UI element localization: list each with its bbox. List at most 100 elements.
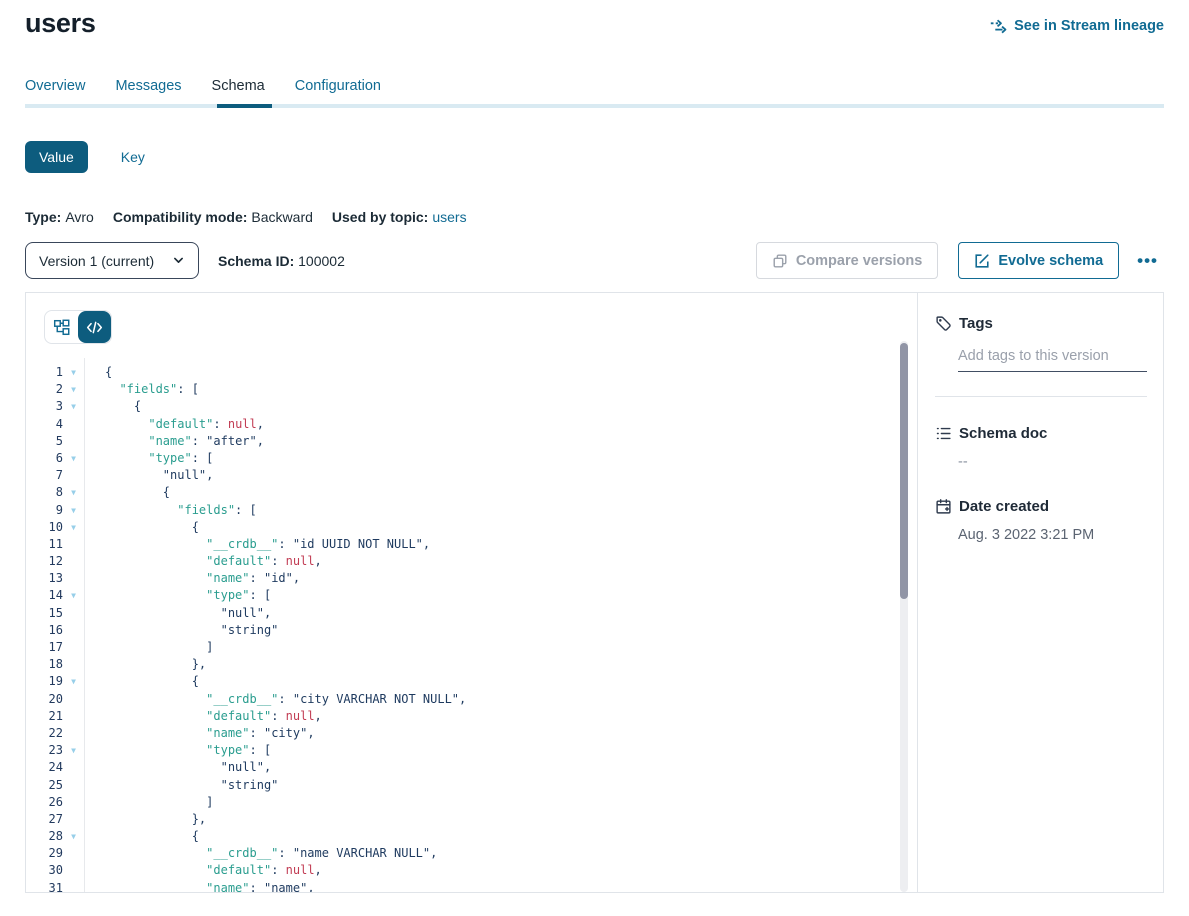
view-mode-toggle — [44, 310, 112, 344]
schema-type: Type:Avro — [25, 209, 94, 225]
code-line: 25 "string" — [26, 777, 917, 794]
line-number: 29 — [26, 845, 63, 862]
code-line: 13 "name": "id", — [26, 570, 917, 587]
line-number: 17 — [26, 639, 63, 656]
editor-scrollbar-thumb[interactable] — [900, 343, 908, 599]
line-number: 1 — [26, 364, 63, 381]
code-text: "default": null, — [84, 416, 264, 433]
more-actions-button[interactable]: ••• — [1131, 251, 1164, 271]
code-text: "default": null, — [84, 708, 322, 725]
fold-arrow-icon[interactable]: ▼ — [63, 587, 84, 604]
line-number: 10 — [26, 519, 63, 536]
fold-spacer — [63, 639, 84, 656]
chevron-down-icon — [172, 254, 185, 267]
version-select-value: Version 1 (current) — [39, 253, 154, 269]
fold-arrow-icon[interactable]: ▼ — [63, 742, 84, 759]
page-title: users — [25, 8, 96, 39]
code-line: 31 "name": "name", — [26, 880, 917, 893]
fold-spacer — [63, 862, 84, 879]
schema-id-value: 100002 — [298, 253, 345, 269]
schema-meta-row: Type:Avro Compatibility mode:Backward Us… — [25, 209, 1164, 225]
fold-spacer — [63, 570, 84, 587]
code-line: 18 }, — [26, 656, 917, 673]
stream-lineage-link[interactable]: See in Stream lineage — [989, 17, 1164, 35]
version-bar: Version 1 (current) Schema ID: 100002 Co… — [25, 242, 1164, 279]
schema-doc-value: -- — [958, 454, 1147, 470]
tab-messages[interactable]: Messages — [115, 78, 181, 104]
tree-view-icon — [53, 319, 70, 336]
code-line: 1▼{ — [26, 364, 917, 381]
code-line: 8▼ { — [26, 484, 917, 501]
fold-arrow-icon[interactable]: ▼ — [63, 450, 84, 467]
line-number: 28 — [26, 828, 63, 845]
code-text: { — [84, 364, 112, 381]
tab-overview[interactable]: Overview — [25, 78, 85, 104]
code-line: 11 "__crdb__": "id UUID NOT NULL", — [26, 536, 917, 553]
version-select[interactable]: Version 1 (current) — [25, 242, 199, 279]
key-toggle-button[interactable]: Key — [115, 148, 151, 166]
code-text: "type": [ — [84, 450, 213, 467]
fold-spacer — [63, 536, 84, 553]
code-text: { — [84, 673, 199, 690]
line-number: 8 — [26, 484, 63, 501]
date-created-title: Date created — [959, 498, 1049, 515]
line-number: 26 — [26, 794, 63, 811]
schema-id: Schema ID: 100002 — [218, 253, 345, 269]
fold-arrow-icon[interactable]: ▼ — [63, 519, 84, 536]
code-line: 12 "default": null, — [26, 553, 917, 570]
code-line: 9▼ "fields": [ — [26, 502, 917, 519]
code-line: 22 "name": "city", — [26, 725, 917, 742]
code-view-icon — [86, 319, 103, 336]
compare-versions-button[interactable]: Compare versions — [756, 242, 939, 279]
code-text: { — [84, 828, 199, 845]
line-number: 3 — [26, 398, 63, 415]
line-number: 31 — [26, 880, 63, 893]
code-text: "name": "after", — [84, 433, 264, 450]
compare-versions-label: Compare versions — [796, 253, 923, 269]
code-text: "null", — [84, 467, 213, 484]
evolve-schema-button[interactable]: Evolve schema — [958, 242, 1119, 279]
code-line: 16 "string" — [26, 622, 917, 639]
fold-arrow-icon[interactable]: ▼ — [63, 484, 84, 501]
compat-label: Compatibility mode: — [113, 209, 248, 225]
tree-view-button[interactable] — [45, 311, 78, 343]
code-line: 30 "default": null, — [26, 862, 917, 879]
fold-arrow-icon[interactable]: ▼ — [63, 673, 84, 690]
editor-scrollbar[interactable] — [900, 341, 908, 892]
schema-code-editor[interactable]: 1▼{2▼ "fields": [3▼ {4 "default": null,5… — [26, 364, 917, 893]
fold-spacer — [63, 811, 84, 828]
code-view-button[interactable] — [78, 311, 111, 343]
line-number: 27 — [26, 811, 63, 828]
fold-arrow-icon[interactable]: ▼ — [63, 364, 84, 381]
sidebar-divider — [935, 396, 1147, 397]
fold-arrow-icon[interactable]: ▼ — [63, 828, 84, 845]
code-text: "__crdb__": "id UUID NOT NULL", — [84, 536, 430, 553]
fold-spacer — [63, 845, 84, 862]
tags-heading: Tags — [935, 315, 1147, 332]
type-value: Avro — [65, 209, 94, 225]
fold-spacer — [63, 605, 84, 622]
line-number: 19 — [26, 673, 63, 690]
add-tags-input[interactable] — [958, 348, 1147, 372]
fold-arrow-icon[interactable]: ▼ — [63, 381, 84, 398]
line-number: 18 — [26, 656, 63, 673]
schema-doc-heading: Schema doc — [935, 425, 1147, 442]
line-number: 12 — [26, 553, 63, 570]
code-text: "null", — [84, 759, 271, 776]
fold-arrow-icon[interactable]: ▼ — [63, 398, 84, 415]
line-number: 13 — [26, 570, 63, 587]
tab-configuration[interactable]: Configuration — [295, 78, 381, 104]
fold-arrow-icon[interactable]: ▼ — [63, 502, 84, 519]
line-number: 11 — [26, 536, 63, 553]
line-number: 21 — [26, 708, 63, 725]
tab-schema[interactable]: Schema — [212, 78, 265, 104]
topic-link[interactable]: users — [432, 209, 466, 225]
type-label: Type: — [25, 209, 61, 225]
schema-doc-section: Schema doc -- — [935, 425, 1147, 470]
fold-spacer — [63, 725, 84, 742]
value-toggle-button[interactable]: Value — [25, 141, 88, 173]
code-text: "name": "id", — [84, 570, 300, 587]
code-line: 29 "__crdb__": "name VARCHAR NULL", — [26, 845, 917, 862]
line-number: 22 — [26, 725, 63, 742]
line-number: 24 — [26, 759, 63, 776]
